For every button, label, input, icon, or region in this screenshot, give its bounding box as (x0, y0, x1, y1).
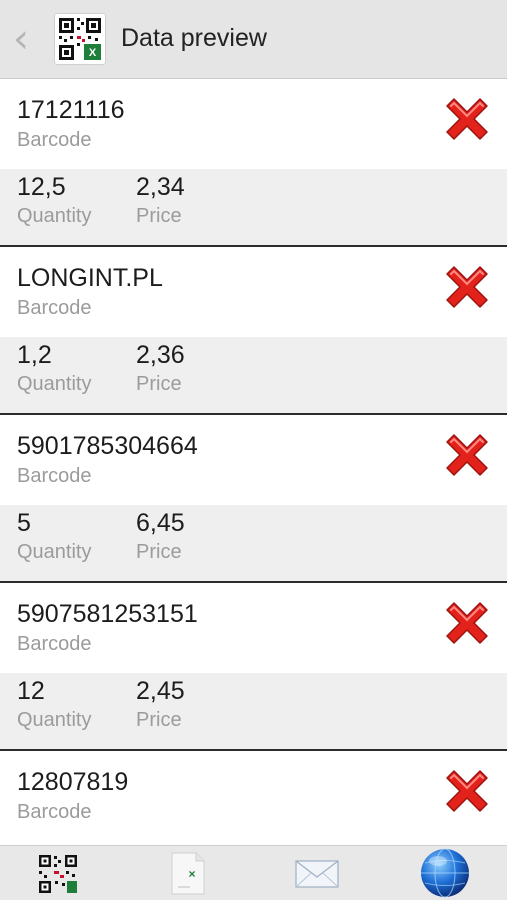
excel-file-icon: × (171, 852, 205, 895)
page-title: Data preview (121, 24, 267, 52)
list-item[interactable]: 17121116 Barcode 12,5 Quantity 2,34 Pric… (0, 79, 507, 247)
price-value: 2,45 (136, 677, 185, 705)
record-details: 1,2 Quantity 2,36 Price (0, 337, 507, 413)
price-value: 2,36 (136, 341, 185, 369)
quantity-label: Quantity (17, 709, 92, 731)
mail-icon (295, 860, 339, 888)
mail-button[interactable] (294, 848, 340, 898)
list-item[interactable]: 5901785304664 Barcode 5 Quantity 6,45 Pr… (0, 415, 507, 583)
bottom-toolbar: × (0, 845, 507, 900)
record-header: 5907581253151 Barcode (0, 583, 507, 673)
delete-x-icon (446, 770, 488, 812)
record-details: 12,5 Quantity 2,34 Price (0, 169, 507, 245)
quantity-value: 1,2 (17, 341, 52, 369)
records-list[interactable]: 17121116 Barcode 12,5 Quantity 2,34 Pric… (0, 79, 507, 845)
delete-button[interactable] (441, 429, 493, 481)
barcode-value: 5901785304664 (17, 432, 198, 460)
delete-button[interactable] (441, 765, 493, 817)
price-label: Price (136, 709, 182, 731)
barcode-label: Barcode (17, 633, 92, 655)
delete-x-icon (446, 434, 488, 476)
barcode-label: Barcode (17, 297, 92, 319)
record-header: LONGINT.PL Barcode (0, 247, 507, 337)
barcode-label: Barcode (17, 801, 92, 823)
quantity-label: Quantity (17, 205, 92, 227)
qr-excel-app-icon: X (59, 18, 101, 60)
barcode-value: 17121116 (17, 96, 125, 124)
back-button[interactable]: ‹ (8, 18, 34, 60)
price-label: Price (136, 205, 182, 227)
list-item[interactable]: LONGINT.PL Barcode 1,2 Quantity 2,36 Pri… (0, 247, 507, 415)
barcode-value: 12807819 (17, 768, 129, 796)
price-value: 6,45 (136, 509, 185, 537)
quantity-label: Quantity (17, 541, 92, 563)
delete-button[interactable] (441, 261, 493, 313)
record-header: 12807819 Barcode (0, 751, 507, 841)
list-item[interactable]: 12807819 Barcode (0, 751, 507, 845)
list-item[interactable]: 5907581253151 Barcode 12 Quantity 2,45 P… (0, 583, 507, 751)
delete-x-icon (446, 266, 488, 308)
record-details: 5 Quantity 6,45 Price (0, 505, 507, 581)
nav-bar: ‹ X Data preview (0, 0, 507, 79)
delete-button[interactable] (441, 597, 493, 649)
delete-x-icon (446, 98, 488, 140)
delete-x-icon (446, 602, 488, 644)
chevron-left-icon: ‹ (13, 16, 29, 62)
record-details: 12 Quantity 2,45 Price (0, 673, 507, 749)
record-header: 5901785304664 Barcode (0, 415, 507, 505)
barcode-label: Barcode (17, 465, 92, 487)
price-label: Price (136, 373, 182, 395)
quantity-value: 12,5 (17, 173, 66, 201)
quantity-label: Quantity (17, 373, 92, 395)
quantity-value: 12 (17, 677, 45, 705)
svg-text:×: × (188, 867, 195, 881)
record-header: 17121116 Barcode (0, 79, 507, 169)
app-logo: X (54, 13, 106, 65)
svg-text:X: X (89, 47, 97, 59)
price-value: 2,34 (136, 173, 185, 201)
delete-button[interactable] (441, 93, 493, 145)
export-excel-button[interactable]: × (168, 848, 208, 898)
barcode-label: Barcode (17, 129, 92, 151)
qr-code-icon (39, 855, 77, 893)
quantity-value: 5 (17, 509, 31, 537)
price-label: Price (136, 541, 182, 563)
globe-icon (421, 848, 469, 898)
scan-button[interactable] (36, 848, 80, 898)
barcode-value: LONGINT.PL (17, 264, 163, 292)
web-button[interactable] (419, 848, 471, 898)
barcode-value: 5907581253151 (17, 600, 198, 628)
